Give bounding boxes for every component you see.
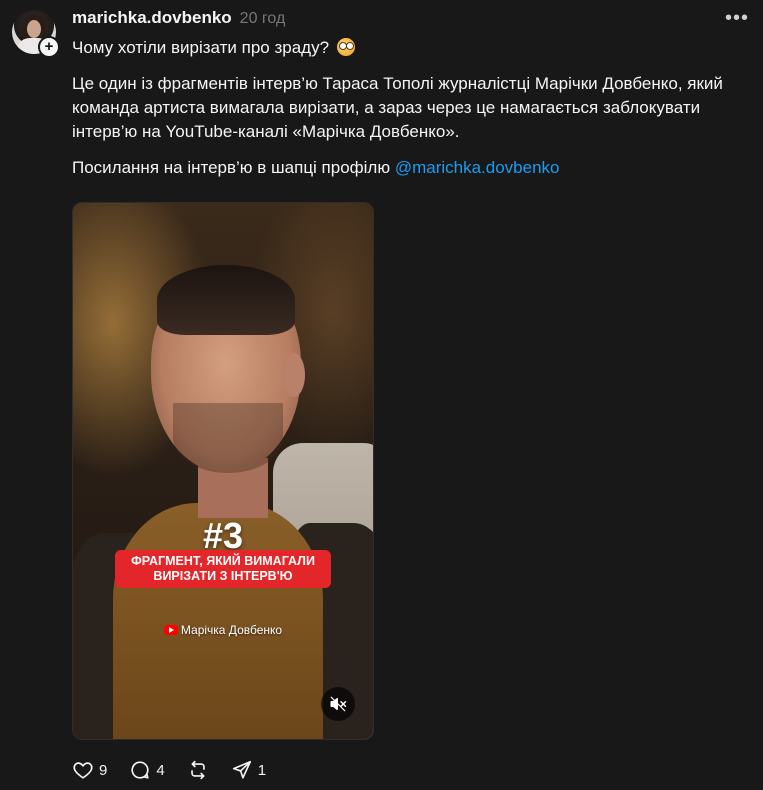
comment-button[interactable]: 4 xyxy=(129,757,165,783)
repost-button[interactable] xyxy=(187,757,209,783)
heart-icon xyxy=(73,762,93,779)
mute-button[interactable] xyxy=(321,687,355,721)
post-link-line: Посилання на інтерв’ю в шапці профілю @m… xyxy=(72,156,752,180)
share-icon xyxy=(232,760,251,779)
youtube-icon xyxy=(163,625,178,635)
video-player[interactable]: #3 ФРАГМЕНТ, ЯКИЙ ВИМАГАЛИ ВИРІЗАТИ З ІН… xyxy=(72,202,374,740)
more-options-icon[interactable]: ••• xyxy=(725,8,749,28)
follow-plus-icon[interactable]: + xyxy=(38,36,60,58)
mention-link[interactable]: @marichka.dovbenko xyxy=(395,158,560,177)
comment-icon xyxy=(131,761,149,779)
share-button[interactable]: 1 xyxy=(231,757,266,783)
mute-icon xyxy=(330,696,347,712)
video-person-hair xyxy=(157,265,295,335)
video-person-ear xyxy=(283,353,305,397)
link-prefix-text: Посилання на інтерв’ю в шапці профілю xyxy=(72,158,395,177)
post-header: marichka.dovbenko 20 год xyxy=(72,8,285,28)
thread-post: + marichka.dovbenko 20 год ••• Чому хоті… xyxy=(0,0,763,790)
post-content: Чому хотіли вирізати про зраду? Це один … xyxy=(72,36,752,180)
share-count: 1 xyxy=(257,761,267,779)
banner-line-1: ФРАГМЕНТ, ЯКИЙ ВИМАГАЛИ xyxy=(131,554,315,568)
post-title-line: Чому хотіли вирізати про зраду? xyxy=(72,36,752,60)
repost-icon xyxy=(190,760,205,780)
post-actions: 9 4 1 xyxy=(72,757,288,783)
banner-line-2: ВИРІЗАТИ З ІНТЕРВ'Ю xyxy=(153,569,293,583)
video-person-beard xyxy=(173,403,283,473)
flushed-face-emoji-icon xyxy=(336,38,355,56)
comment-count: 4 xyxy=(156,761,165,779)
video-credit: Марічка Довбенко xyxy=(73,623,373,637)
like-count: 9 xyxy=(99,761,108,779)
post-timestamp[interactable]: 20 год xyxy=(240,10,286,28)
video-credit-text: Марічка Довбенко xyxy=(180,623,283,637)
post-title-text: Чому хотіли вирізати про зраду? xyxy=(72,38,330,57)
like-button[interactable]: 9 xyxy=(72,757,107,783)
video-overlay-banner: ФРАГМЕНТ, ЯКИЙ ВИМАГАЛИ ВИРІЗАТИ З ІНТЕР… xyxy=(115,550,331,588)
avatar-container[interactable]: + xyxy=(12,10,60,58)
post-paragraph: Це один із фрагментів інтерв’ю Тараса То… xyxy=(72,74,723,141)
username-link[interactable]: marichka.dovbenko xyxy=(72,8,232,28)
